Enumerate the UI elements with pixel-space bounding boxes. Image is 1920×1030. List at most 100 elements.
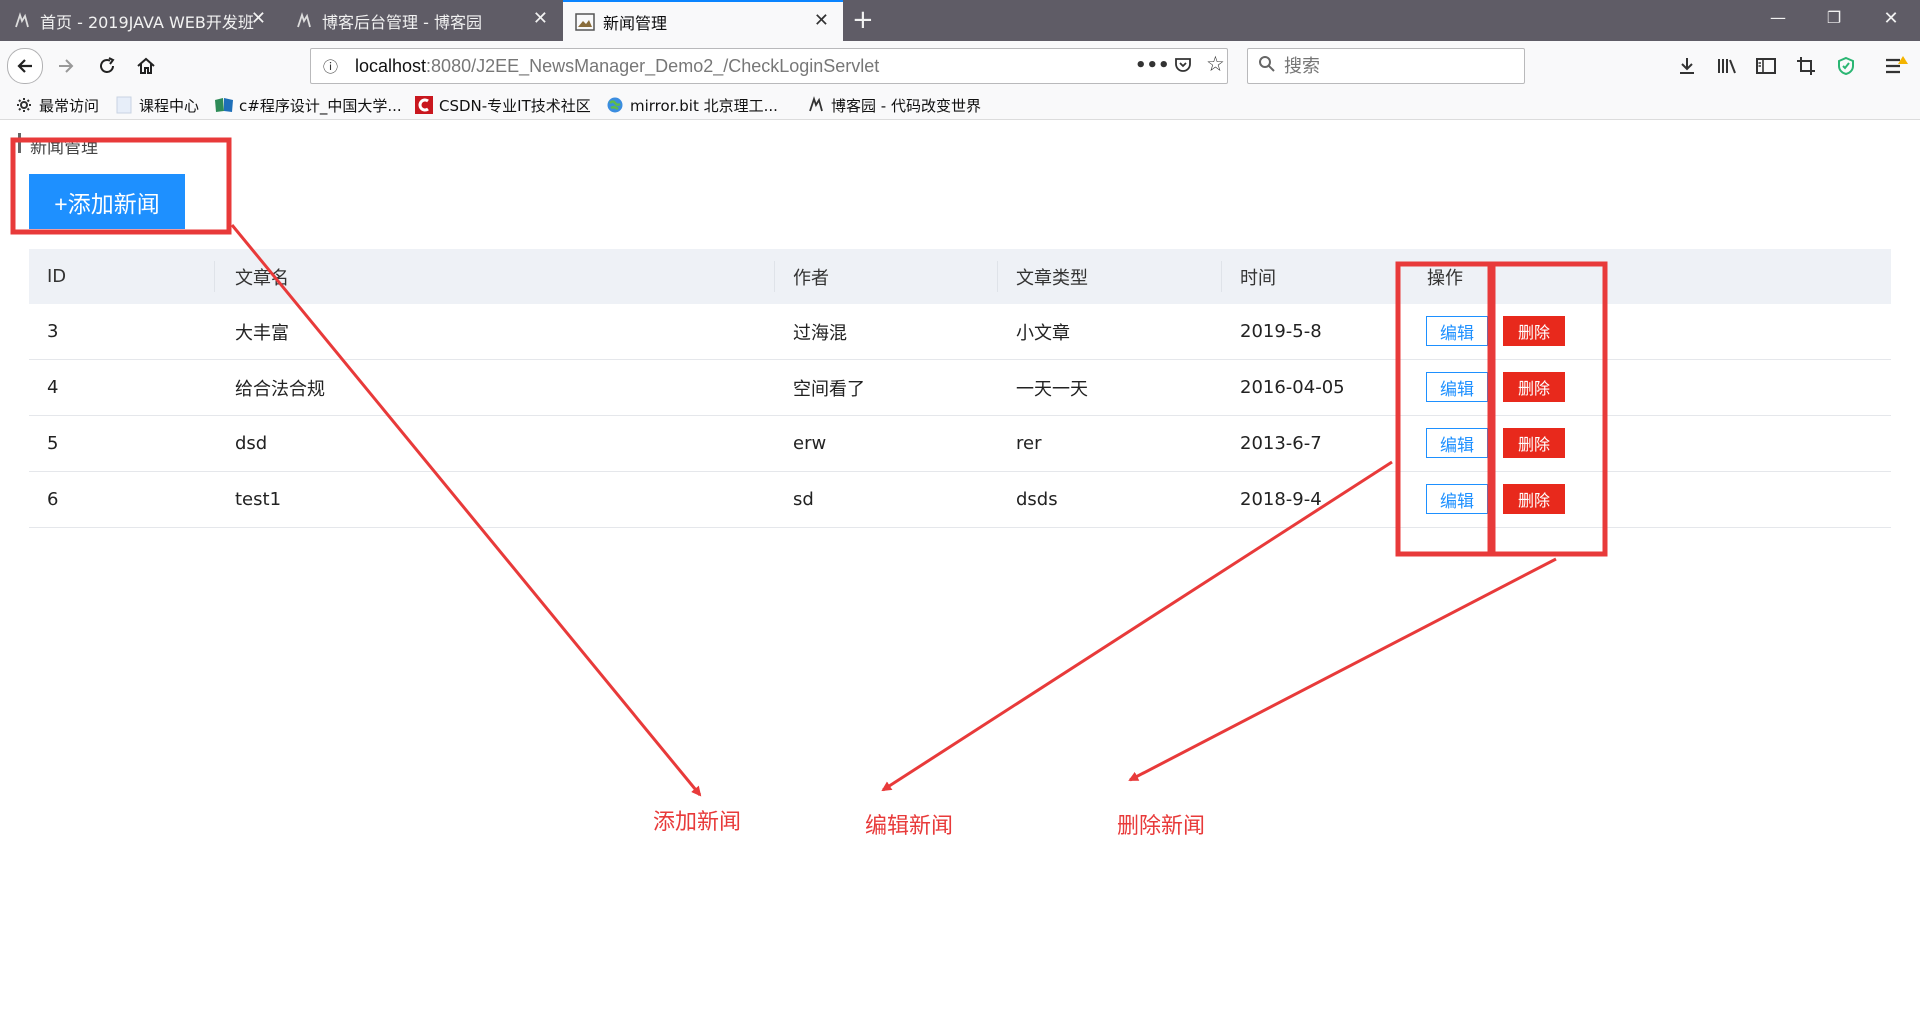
bookmark-label: c#程序设计_中国大学...: [239, 96, 402, 115]
header-divider: [997, 261, 998, 292]
table-row: 6 test1 sd dsds 2018-9-4 编辑 删除: [29, 472, 1891, 528]
navigation-toolbar: ⓘ localhost:8080/J2EE_NewsManager_Demo2_…: [0, 41, 1920, 90]
url-text[interactable]: localhost:8080/J2EE_NewsManager_Demo2_/C…: [355, 56, 879, 77]
edit-button[interactable]: 编辑: [1426, 428, 1488, 458]
header-divider: [774, 261, 775, 292]
tab-title: 新闻管理: [603, 13, 668, 33]
menu-hamburger-icon[interactable]: [1882, 54, 1910, 78]
tab-blog-admin[interactable]: 博客后台管理 - 博客园 ✕: [282, 0, 562, 41]
cell-id: 3: [47, 321, 59, 342]
screenshot-crop-icon[interactable]: [1792, 54, 1820, 78]
header-name: 文章名: [235, 267, 289, 289]
bookmark-label: mirror.bit 北京理工...: [630, 96, 778, 115]
cell-name: dsd: [235, 433, 268, 454]
cell-author: sd: [793, 489, 814, 510]
cell-time: 2013-6-7: [1240, 433, 1322, 454]
delete-button[interactable]: 删除: [1503, 484, 1565, 514]
cell-type: dsds: [1016, 489, 1058, 510]
table-row: 4 给合法合规 空间看了 一天一天 2016-04-05 编辑 删除: [29, 360, 1891, 416]
close-icon[interactable]: ✕: [533, 9, 548, 29]
cell-time: 2016-04-05: [1240, 377, 1345, 398]
page-icon: [114, 96, 134, 114]
cell-id: 6: [47, 489, 59, 510]
table-header: ID 文章名 作者 文章类型 时间 操作: [29, 249, 1891, 304]
tab-title: 首页 - 2019JAVA WEB开发班: [40, 12, 254, 32]
header-divider: [1221, 261, 1222, 292]
sidebar-icon[interactable]: [1752, 54, 1780, 78]
library-icon[interactable]: [1713, 54, 1741, 78]
forward-button[interactable]: [49, 49, 83, 83]
delete-button[interactable]: 删除: [1503, 428, 1565, 458]
restore-icon[interactable]: ❐: [1819, 8, 1849, 27]
table-row: 5 dsd erw rer 2013-6-7 编辑 删除: [29, 416, 1891, 472]
cell-name: test1: [235, 489, 282, 510]
csdn-logo-icon: [414, 96, 434, 114]
cell-time: 2019-5-8: [1240, 321, 1322, 342]
header-author: 作者: [793, 267, 829, 289]
globe-icon: [605, 96, 625, 114]
edit-button[interactable]: 编辑: [1426, 372, 1488, 402]
bookmark-cnblogs[interactable]: 博客园 - 代码改变世界: [806, 94, 981, 116]
header-time: 时间: [1240, 267, 1276, 289]
bookmark-label: 博客园 - 代码改变世界: [831, 96, 981, 115]
edit-button[interactable]: 编辑: [1426, 316, 1488, 346]
tab-news-manage[interactable]: 新闻管理 ✕: [563, 0, 843, 41]
bookmark-label: CSDN-专业IT技术社区: [439, 96, 591, 115]
bookmarks-toolbar: 最常访问 课程中心 c#程序设计_中国大学... CSDN-专业IT技术社区 m…: [0, 90, 1920, 120]
extension-shield-icon[interactable]: [1832, 54, 1860, 78]
delete-button[interactable]: 删除: [1503, 316, 1565, 346]
annotation-delete-news: 删除新闻: [1117, 814, 1206, 839]
back-button[interactable]: [7, 48, 43, 84]
minimize-icon[interactable]: —: [1763, 8, 1793, 27]
home-icon: [137, 57, 155, 74]
add-news-button[interactable]: +添加新闻: [29, 174, 185, 229]
bookmark-mirror-bit[interactable]: mirror.bit 北京理工...: [605, 94, 778, 116]
cnblogs-icon: [806, 96, 826, 114]
cell-time: 2018-9-4: [1240, 489, 1322, 510]
cell-author: 空间看了: [793, 378, 865, 400]
cell-type: rer: [1016, 433, 1042, 454]
cell-author: erw: [793, 433, 827, 454]
bookmark-csdn[interactable]: CSDN-专业IT技术社区: [414, 94, 591, 116]
cell-id: 4: [47, 377, 59, 398]
tab-home[interactable]: 首页 - 2019JAVA WEB开发班 ✕: [0, 0, 280, 41]
annotation-add-news: 添加新闻: [653, 810, 742, 835]
arrow-right-icon: [59, 59, 74, 73]
table-row: 3 大丰富 过海混 小文章 2019-5-8 编辑 删除: [29, 304, 1891, 360]
book-icon: [214, 96, 234, 114]
page-content: 新闻管理 +添加新闻 ID 文章名 作者 文章类型 时间 操作 3 大丰富 过海…: [0, 121, 1920, 1030]
new-tab-plus-icon[interactable]: +: [852, 7, 874, 33]
bookmark-mooc[interactable]: c#程序设计_中国大学...: [214, 94, 402, 116]
delete-button[interactable]: 删除: [1503, 372, 1565, 402]
edit-button[interactable]: 编辑: [1426, 484, 1488, 514]
title-accent-bar: [18, 133, 21, 153]
header-type: 文章类型: [1016, 267, 1088, 289]
bookmark-course-center[interactable]: 课程中心: [114, 94, 199, 116]
close-icon[interactable]: ✕: [814, 11, 829, 31]
reload-button[interactable]: [90, 49, 124, 83]
download-icon[interactable]: [1673, 54, 1701, 78]
star-bookmark-icon[interactable]: ☆: [1206, 52, 1225, 76]
header-actions: 操作: [1427, 267, 1463, 289]
page-title: 新闻管理: [30, 138, 98, 158]
pocket-icon[interactable]: [1173, 55, 1193, 80]
url-host: localhost: [355, 55, 427, 76]
search-bar[interactable]: [1247, 48, 1525, 84]
window-close-icon[interactable]: ✕: [1876, 8, 1906, 29]
tab-title: 博客后台管理 - 博客园: [322, 12, 482, 32]
address-bar[interactable]: ⓘ localhost:8080/J2EE_NewsManager_Demo2_…: [310, 48, 1228, 84]
search-input[interactable]: [1284, 55, 1514, 77]
page-actions-icon[interactable]: •••: [1135, 55, 1170, 76]
cell-name: 大丰富: [235, 322, 289, 344]
bookmark-most-visited[interactable]: 最常访问: [14, 94, 99, 116]
close-icon[interactable]: ✕: [251, 9, 266, 29]
cell-author: 过海混: [793, 322, 847, 344]
cnblogs-icon: [12, 11, 32, 31]
header-divider: [214, 261, 215, 292]
header-id: ID: [47, 266, 67, 287]
home-button[interactable]: [129, 49, 163, 83]
info-icon[interactable]: ⓘ: [323, 56, 345, 77]
url-path: :8080/J2EE_NewsManager_Demo2_/CheckLogin…: [426, 55, 880, 76]
annotation-edit-news: 编辑新闻: [865, 814, 954, 839]
search-icon: [1258, 55, 1278, 78]
